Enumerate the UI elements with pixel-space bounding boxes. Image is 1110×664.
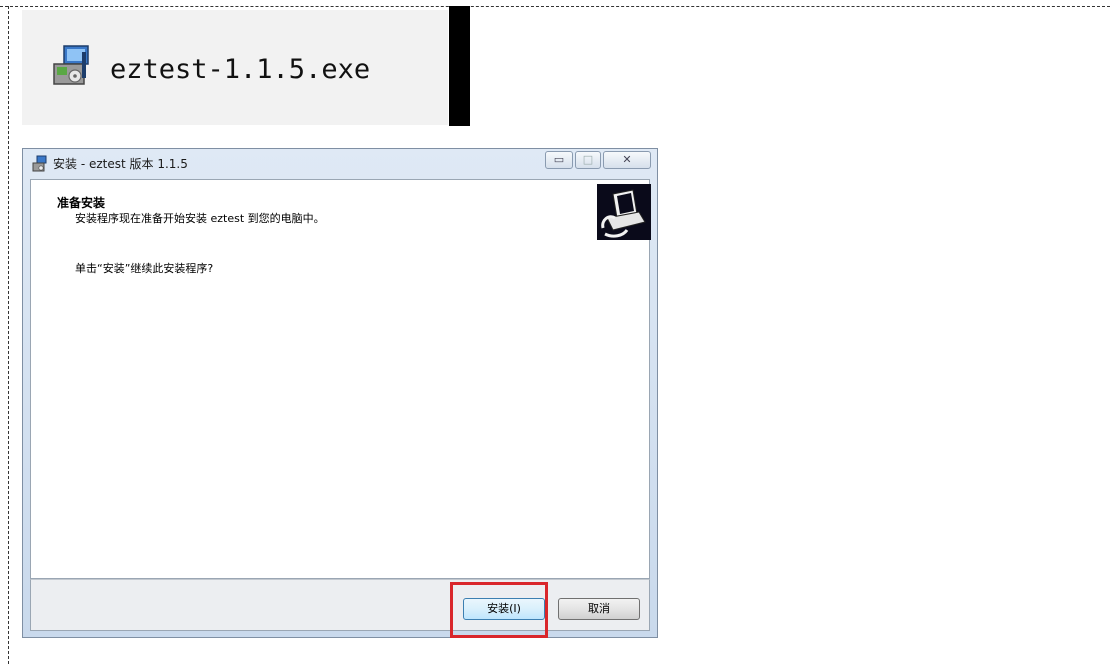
page-heading: 准备安装 [57, 196, 106, 210]
file-name: eztest-1.1.5.exe [110, 54, 371, 85]
dashed-border-left [8, 6, 9, 664]
page-subtext: 安装程序现在准备开始安装 eztest 到您的电脑中。 [75, 212, 325, 225]
cancel-button[interactable]: 取消 [558, 598, 640, 620]
installer-icon [48, 42, 98, 92]
setup-computer-icon [597, 184, 651, 240]
instruction-text: 单击“安装”继续此安装程序? [75, 262, 214, 275]
button-bar: 安装(I) 取消 [30, 579, 650, 631]
redaction-bar [449, 6, 470, 126]
installer-window: 安装 - eztest 版本 1.1.5 ▭ □ ✕ 准备安装 安装程序现在准备… [22, 148, 658, 638]
close-button[interactable]: ✕ [603, 151, 651, 169]
file-entry[interactable]: eztest-1.1.5.exe [22, 10, 448, 125]
minimize-button[interactable]: ▭ [545, 151, 573, 169]
wizard-content: 准备安装 安装程序现在准备开始安装 eztest 到您的电脑中。 单击“安装”继… [30, 179, 651, 579]
maximize-button[interactable]: □ [575, 151, 601, 169]
dashed-border-top [0, 6, 1110, 7]
window-title: 安装 - eztest 版本 1.1.5 [53, 157, 188, 171]
installer-small-icon [31, 155, 49, 173]
title-bar[interactable]: 安装 - eztest 版本 1.1.5 ▭ □ ✕ [23, 149, 657, 179]
install-button-highlight [450, 582, 548, 638]
